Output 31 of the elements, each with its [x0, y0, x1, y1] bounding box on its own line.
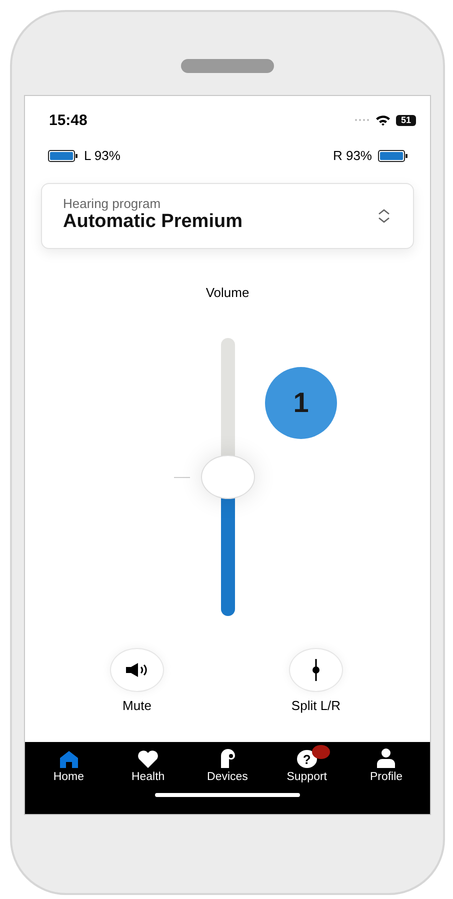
- action-label: Split L/R: [291, 698, 341, 713]
- volume-slider[interactable]: [200, 338, 254, 616]
- wifi-icon: [374, 114, 391, 126]
- battery-icon: [378, 150, 408, 162]
- action-label: Mute: [122, 698, 152, 713]
- phone-battery: 51: [396, 114, 416, 126]
- status-time: 15:48: [49, 112, 88, 128]
- slider-thumb[interactable]: [200, 455, 254, 499]
- heart-icon: [137, 750, 160, 768]
- battery-icon: [48, 150, 78, 162]
- tab[interactable]: ? Support: [272, 748, 342, 783]
- speaker-icon: [125, 662, 149, 678]
- center-tick: [174, 477, 190, 478]
- help-icon: ?: [296, 750, 317, 768]
- notification-dot: [312, 745, 330, 759]
- up-down-chevron-icon: [377, 208, 391, 224]
- tab[interactable]: Health: [113, 748, 184, 783]
- tab[interactable]: Profile: [351, 748, 422, 783]
- split-icon: [311, 659, 321, 681]
- program-name: Automatic Premium: [63, 211, 242, 233]
- tab[interactable]: Devices: [192, 748, 262, 783]
- battery-percentage: R 93%: [332, 148, 372, 163]
- home-icon: [58, 750, 79, 768]
- tab[interactable]: Home: [34, 748, 104, 783]
- signal-icon: [354, 118, 370, 122]
- program-caption: Hearing program: [63, 196, 162, 211]
- battery-percentage: L 93%: [84, 148, 120, 163]
- program-selector[interactable]: Hearing program Automatic Premium: [41, 183, 414, 249]
- person-icon: [376, 748, 396, 768]
- volume-label: Volume: [206, 285, 250, 300]
- step-badge: 1: [265, 367, 337, 439]
